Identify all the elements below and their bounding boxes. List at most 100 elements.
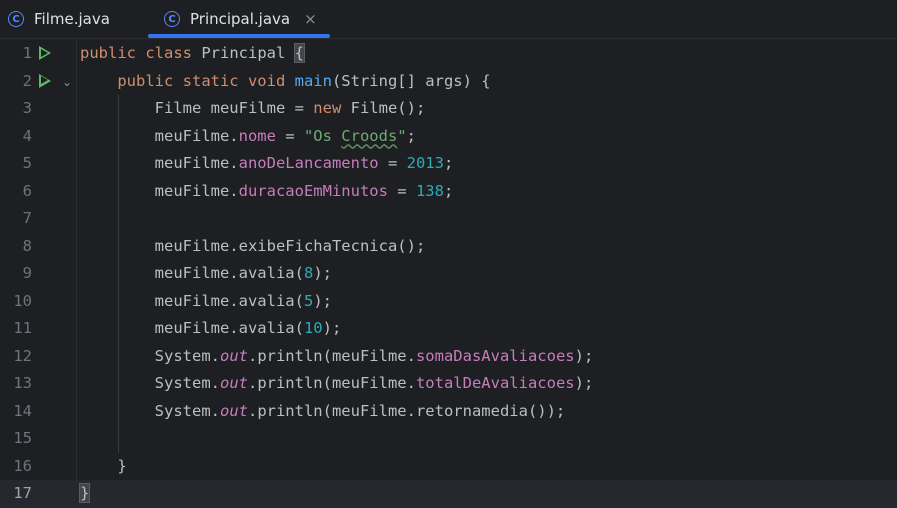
code-token: Filme meuFilme = xyxy=(80,99,314,117)
code-text: System.out.println(meuFilme.totalDeAvali… xyxy=(80,370,594,398)
code-token: 2013 xyxy=(406,154,444,172)
line-number: 8 xyxy=(22,236,32,255)
code-token: nome xyxy=(238,126,276,145)
code-text: meuFilme.avalia(10); xyxy=(80,315,342,343)
line-number: 14 xyxy=(13,401,32,420)
tab-filme-java[interactable]: C Filme.java xyxy=(8,0,110,38)
code-line[interactable]: 11 meuFilme.avalia(10); xyxy=(0,315,897,343)
code-token: duracaoEmMinutos xyxy=(238,181,388,200)
code-token: ; xyxy=(443,181,454,200)
code-token: ; xyxy=(406,126,416,145)
code-token: meuFilme. xyxy=(80,154,239,172)
code-text: public class Principal { xyxy=(80,40,306,68)
code-token: Principal xyxy=(201,44,295,62)
code-line[interactable]: 7 xyxy=(0,205,897,233)
code-token: Filme(); xyxy=(350,99,426,117)
code-line[interactable]: 17} xyxy=(0,480,897,508)
code-line[interactable]: 14 System.out.println(meuFilme.retorname… xyxy=(0,398,897,426)
code-token: meuFilme.avalia( xyxy=(80,291,304,310)
code-text: meuFilme.exibeFichaTecnica(); xyxy=(80,233,426,261)
chevron-down-icon[interactable]: ⌄ xyxy=(62,69,72,97)
run-icon[interactable] xyxy=(39,46,51,60)
code-line[interactable]: 12 System.out.println(meuFilme.somaDasAv… xyxy=(0,343,897,371)
code-text: } xyxy=(80,453,127,481)
class-icon: C xyxy=(8,11,24,27)
code-token: .println(meuFilme. xyxy=(247,346,416,365)
tab-label: Filme.java xyxy=(34,10,110,28)
code-token: = xyxy=(275,126,304,145)
line-number: 2 xyxy=(22,71,32,90)
code-line[interactable]: 15 xyxy=(0,425,897,453)
code-token: (String[] args) { xyxy=(331,71,491,90)
code-token: " xyxy=(397,126,407,145)
code-token: } xyxy=(80,456,127,475)
code-token: main xyxy=(294,71,332,90)
code-token: public class xyxy=(80,44,202,62)
code-token: Croods xyxy=(341,126,398,145)
code-line[interactable]: 4 meuFilme.nome = "Os Croods"; xyxy=(0,123,897,151)
run-icon[interactable] xyxy=(39,73,51,88)
code-line[interactable]: 13 System.out.println(meuFilme.totalDeAv… xyxy=(0,370,897,398)
line-number: 9 xyxy=(22,264,32,282)
line-number: 5 xyxy=(22,154,32,172)
code-token: somaDasAvaliacoes xyxy=(415,346,575,365)
code-token: ); xyxy=(313,291,332,310)
code-token: { xyxy=(293,43,306,63)
code-token: } xyxy=(78,483,91,503)
code-text: System.out.println(meuFilme.somaDasAvali… xyxy=(80,343,594,371)
code-text: meuFilme.nome = "Os Croods"; xyxy=(80,123,416,151)
code-line[interactable]: 8 meuFilme.exibeFichaTecnica(); xyxy=(0,233,897,261)
line-number: 1 xyxy=(22,44,32,62)
code-text: meuFilme.anoDeLancamento = 2013; xyxy=(80,150,454,178)
code-token: totalDeAvaliacoes xyxy=(415,374,575,392)
code-token: out xyxy=(219,346,248,365)
line-number: 15 xyxy=(13,429,32,447)
tab-principal-java[interactable]: C Principal.java × xyxy=(164,0,317,38)
code-editor[interactable]: 1 public class Principal {2 public static… xyxy=(0,39,897,508)
code-token: ); xyxy=(574,374,594,392)
code-line[interactable]: 10 meuFilme.avalia(5); xyxy=(0,288,897,316)
code-line[interactable]: 16 } xyxy=(0,453,897,481)
line-number: 12 xyxy=(13,346,32,365)
code-token: public static void xyxy=(117,71,295,90)
line-number: 13 xyxy=(13,374,32,392)
code-token: meuFilme.avalia( xyxy=(80,319,304,337)
line-number: 7 xyxy=(22,209,32,227)
code-line[interactable]: 2 public static void main(String[] args)… xyxy=(0,68,897,96)
code-line[interactable]: 9 meuFilme.avalia(8); xyxy=(0,260,897,288)
code-token: out xyxy=(219,401,248,420)
close-icon[interactable]: × xyxy=(304,10,317,28)
editor-tab-bar: C Filme.java C Principal.java × xyxy=(0,0,897,39)
code-text: meuFilme.duracaoEmMinutos = 138; xyxy=(80,178,454,206)
code-token: System. xyxy=(80,346,220,365)
code-text: System.out.println(meuFilme.retornamedia… xyxy=(80,398,566,426)
code-token: meuFilme. xyxy=(80,126,239,145)
code-token: .println(meuFilme. xyxy=(247,374,416,392)
code-token: ); xyxy=(574,346,594,365)
line-number: 4 xyxy=(22,126,32,145)
code-token: 10 xyxy=(303,319,323,337)
code-line[interactable]: 3 Filme meuFilme = new Filme(); xyxy=(0,95,897,123)
code-token: ); xyxy=(322,319,342,337)
code-line[interactable]: 6 meuFilme.duracaoEmMinutos = 138; xyxy=(0,178,897,206)
indent-guide xyxy=(118,95,119,453)
code-token: = xyxy=(387,181,416,200)
code-text: } xyxy=(78,480,91,508)
line-number: 3 xyxy=(22,99,32,117)
code-text: Filme meuFilme = new Filme(); xyxy=(80,95,426,123)
code-token: ); xyxy=(313,264,332,282)
active-tab-indicator xyxy=(148,34,330,38)
code-token: System. xyxy=(80,374,220,392)
runnable-class-icon: C xyxy=(164,11,180,27)
code-token: 138 xyxy=(415,181,444,200)
code-token: new xyxy=(313,99,351,117)
tab-label: Principal.java xyxy=(190,10,291,28)
code-text: public static void main(String[] args) { xyxy=(80,68,491,96)
code-token: "Os xyxy=(303,126,342,145)
code-line[interactable]: 5 meuFilme.anoDeLancamento = 2013; xyxy=(0,150,897,178)
line-number: 10 xyxy=(13,291,32,310)
code-line[interactable]: 1 public class Principal { xyxy=(0,40,897,68)
code-token: meuFilme.exibeFichaTecnica(); xyxy=(80,236,426,255)
line-number: 17 xyxy=(13,484,32,502)
